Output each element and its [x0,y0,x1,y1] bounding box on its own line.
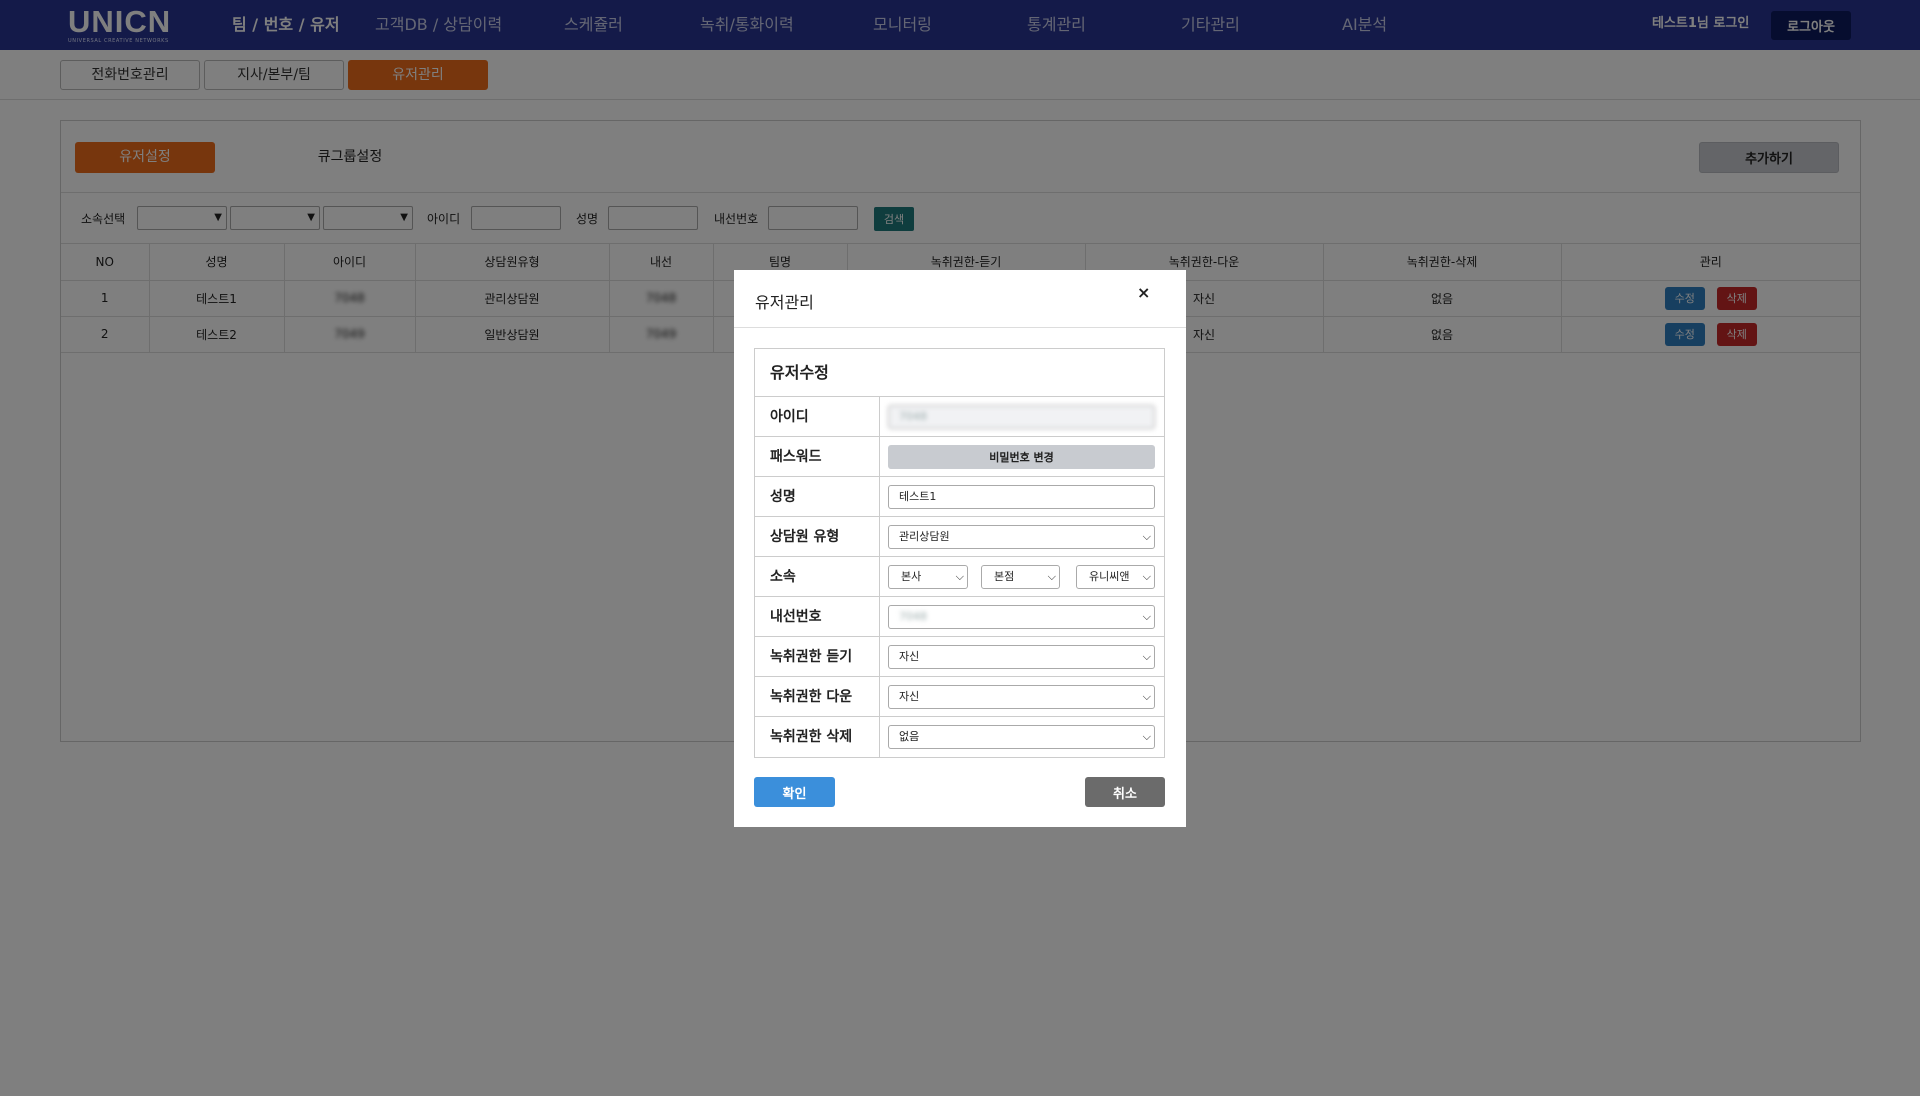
delete-permission-value: 없음 [899,730,920,743]
chevron-down-icon: ⌵ [1142,690,1151,703]
form-row-password: 패스워드 비밀번호 변경 [755,437,1164,477]
listen-permission-value: 자신 [899,650,920,663]
form-row-down: 녹취권한 다운 자신 ⌵ [755,677,1164,717]
chevron-down-icon: ⌵ [1142,570,1151,583]
download-permission-label: 녹취권한 다운 [755,677,880,717]
name-field[interactable]: 테스트1 [888,485,1155,509]
ext-label: 내선번호 [755,597,880,637]
form-row-delete: 녹취권한 삭제 없음 ⌵ [755,717,1164,757]
form-row-ext: 내선번호 7048 ⌵ [755,597,1164,637]
chevron-down-icon: ⌵ [1142,530,1151,543]
password-label: 패스워드 [755,437,880,477]
chevron-down-icon: ⌵ [1142,730,1151,743]
branch-select[interactable]: 본사 ⌵ [888,565,968,589]
agent-type-label: 상담원 유형 [755,517,880,557]
cancel-button[interactable]: 취소 [1085,777,1165,807]
affiliation-label: 소속 [755,557,880,597]
ext-select[interactable]: 7048 ⌵ [888,605,1155,629]
hq-select[interactable]: 본점 ⌵ [981,565,1060,589]
ext-value: 7048 [899,610,927,623]
user-edit-modal: 유저관리 × 유저수정 아이디 7048 패스워드 비밀번호 변경 성명 테스트… [734,270,1186,827]
download-permission-select[interactable]: 자신 ⌵ [888,685,1155,709]
form-row-name: 성명 테스트1 [755,477,1164,517]
team-select[interactable]: 유니씨앤 ⌵ [1076,565,1155,589]
hq-value: 본점 [994,570,1015,583]
listen-permission-label: 녹취권한 듣기 [755,637,880,677]
modal-title: 유저관리 [755,293,814,312]
chevron-down-icon: ⌵ [1047,570,1056,583]
form-row-listen: 녹취권한 듣기 자신 ⌵ [755,637,1164,677]
form-title: 유저수정 [755,349,1164,397]
confirm-button[interactable]: 확인 [754,777,835,807]
user-edit-form: 유저수정 아이디 7048 패스워드 비밀번호 변경 성명 테스트1 상담원 유… [754,348,1165,758]
download-permission-value: 자신 [899,690,920,703]
form-row-id: 아이디 7048 [755,397,1164,437]
modal-header: 유저관리 × [734,270,1186,328]
delete-permission-select[interactable]: 없음 ⌵ [888,725,1155,749]
delete-permission-label: 녹취권한 삭제 [755,717,880,757]
team-value: 유니씨앤 [1089,570,1130,583]
chevron-down-icon: ⌵ [1142,610,1151,623]
listen-permission-select[interactable]: 자신 ⌵ [888,645,1155,669]
form-row-affiliation: 소속 본사 ⌵ 본점 ⌵ 유니씨앤 ⌵ [755,557,1164,597]
agent-type-value: 관리상담원 [899,530,950,543]
branch-value: 본사 [901,570,922,583]
chevron-down-icon: ⌵ [955,570,964,583]
form-row-type: 상담원 유형 관리상담원 ⌵ [755,517,1164,557]
agent-type-select[interactable]: 관리상담원 ⌵ [888,525,1155,549]
chevron-down-icon: ⌵ [1142,650,1151,663]
change-password-button[interactable]: 비밀번호 변경 [888,445,1155,469]
id-label: 아이디 [755,397,880,437]
close-icon[interactable]: × [1137,283,1150,302]
name-label: 성명 [755,477,880,517]
id-field: 7048 [888,405,1155,429]
